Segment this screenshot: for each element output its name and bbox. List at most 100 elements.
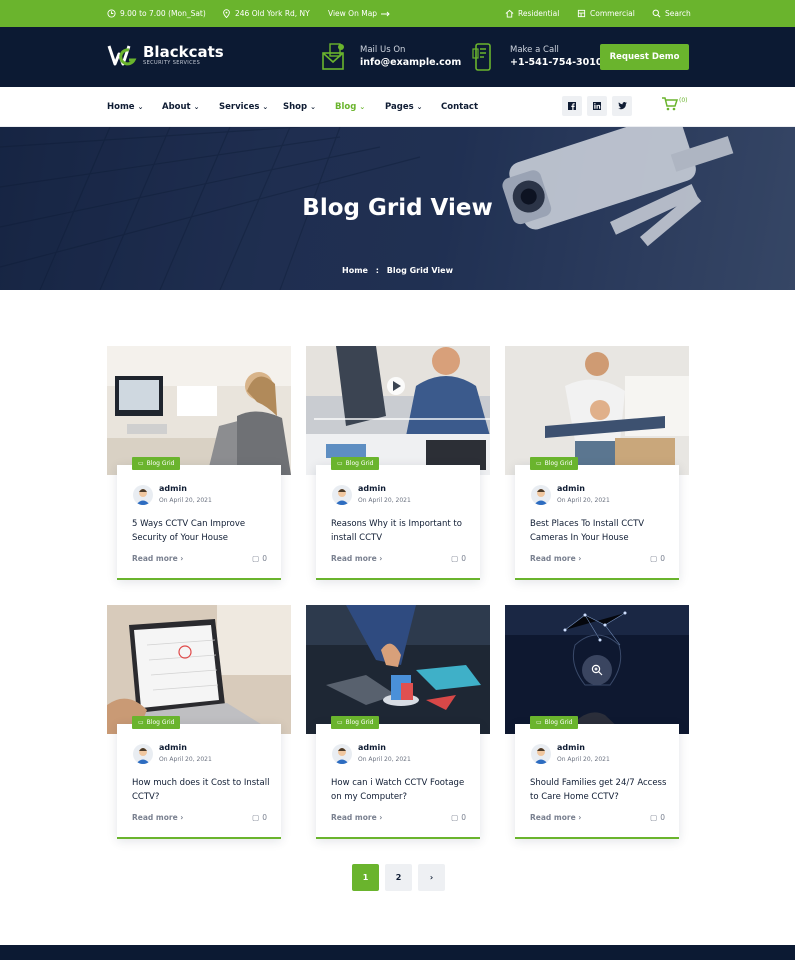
nav-label: Pages	[385, 102, 414, 112]
category-tag[interactable]: ▭ Blog Grid	[132, 716, 181, 729]
breadcrumb-home[interactable]: Home	[342, 266, 368, 275]
read-more-link[interactable]: Read more ›	[331, 554, 382, 563]
post-author[interactable]: admin	[159, 484, 187, 493]
category-tag[interactable]: ▭ Blog Grid	[530, 716, 579, 729]
folder-icon: ▭	[138, 719, 144, 726]
zoom-button[interactable]	[582, 655, 612, 685]
category-tag[interactable]: ▭ Blog Grid	[331, 457, 380, 470]
twitter-button[interactable]	[612, 96, 632, 116]
logo[interactable]: Blackcats SECURITY SERVICES	[107, 40, 224, 70]
post-image[interactable]	[107, 346, 291, 475]
nav-item-home[interactable]: Home ⌄	[107, 87, 143, 127]
brand-name: Blackcats	[143, 43, 224, 61]
post-author[interactable]: admin	[159, 743, 187, 752]
read-more-label: Read more	[331, 813, 377, 822]
page-2-button[interactable]: 2	[385, 864, 412, 891]
site-header: Blackcats SECURITY SERVICES Mail Us On i…	[0, 27, 795, 87]
breadcrumb-separator: :	[375, 266, 379, 275]
post-card: ▭ Blog Grid admin On April 20, 2021 Reaso…	[316, 457, 480, 580]
view-map-link[interactable]: View On Map	[328, 0, 391, 27]
post-image[interactable]	[306, 605, 490, 734]
read-more-link[interactable]: Read more ›	[132, 813, 183, 822]
facebook-button[interactable]	[562, 96, 582, 116]
next-page-button[interactable]: ›	[418, 864, 445, 891]
call-contact[interactable]: Make a Call +1-541-754-3010	[472, 43, 603, 71]
hours-info: 9.00 to 7.00 (Mon_Sat)	[107, 0, 206, 27]
nav-label: Shop	[283, 102, 308, 112]
folder-icon: ▭	[337, 719, 343, 726]
avatar	[531, 485, 551, 505]
read-more-link[interactable]: Read more ›	[132, 554, 183, 563]
laptop-calendar-image	[107, 605, 291, 734]
read-more-link[interactable]: Read more ›	[331, 813, 382, 822]
post-title[interactable]: Best Places To Install CCTV Cameras In Y…	[530, 517, 670, 545]
post-title[interactable]: Reasons Why it is Important to install C…	[331, 517, 471, 545]
nav-item-services[interactable]: Services ⌄	[219, 87, 268, 127]
post-image[interactable]	[505, 346, 689, 475]
mail-label: Mail Us On	[360, 44, 406, 55]
page-1-button[interactable]: 1	[352, 864, 379, 891]
comment-number: 0	[660, 813, 665, 822]
search-label: Search	[665, 9, 691, 18]
chevron-right-icon: ›	[180, 554, 184, 563]
nav-item-blog[interactable]: Blog ⌄	[335, 87, 365, 127]
linkedin-button[interactable]	[587, 96, 607, 116]
map-chart-image	[306, 605, 490, 734]
read-more-link[interactable]: Read more ›	[530, 813, 581, 822]
commercial-link[interactable]: Commercial	[577, 0, 635, 27]
folder-icon: ▭	[138, 460, 144, 467]
family-image	[505, 346, 689, 475]
footer-top	[0, 945, 795, 960]
office-woman-image	[107, 346, 291, 475]
call-label: Make a Call	[510, 44, 559, 55]
search-link[interactable]: Search	[652, 0, 691, 27]
post-author[interactable]: admin	[358, 743, 386, 752]
post-author[interactable]: admin	[557, 743, 585, 752]
comment-icon: ▢	[451, 813, 459, 822]
comment-count[interactable]: ▢ 0	[451, 813, 466, 822]
post-author[interactable]: admin	[557, 484, 585, 493]
meeting-image	[306, 346, 490, 475]
category-tag[interactable]: ▭ Blog Grid	[530, 457, 579, 470]
home-icon	[505, 9, 514, 18]
chevron-right-icon: ›	[379, 813, 383, 822]
comment-number: 0	[660, 554, 665, 563]
comment-icon: ▢	[650, 554, 658, 563]
read-more-label: Read more	[132, 813, 178, 822]
comment-count[interactable]: ▢ 0	[252, 554, 267, 563]
zoom-in-icon	[591, 664, 603, 676]
nav-item-pages[interactable]: Pages ⌄	[385, 87, 423, 127]
request-demo-button[interactable]: Request Demo	[600, 44, 689, 70]
nav-item-about[interactable]: About ⌄	[162, 87, 200, 127]
category-tag[interactable]: ▭ Blog Grid	[132, 457, 181, 470]
post-card: ▭ Blog Grid admin On April 20, 2021 Best …	[515, 457, 679, 580]
read-more-label: Read more	[530, 554, 576, 563]
linkedin-icon	[593, 102, 601, 110]
post-title[interactable]: 5 Ways CCTV Can Improve Security of Your…	[132, 517, 272, 545]
comment-count[interactable]: ▢ 0	[451, 554, 466, 563]
mail-contact[interactable]: Mail Us On info@example.com	[322, 43, 461, 71]
comment-icon: ▢	[650, 813, 658, 822]
read-more-link[interactable]: Read more ›	[530, 554, 581, 563]
post-image[interactable]	[107, 605, 291, 734]
search-icon	[652, 9, 661, 18]
comment-count[interactable]: ▢ 0	[650, 813, 665, 822]
comment-count[interactable]: ▢ 0	[252, 813, 267, 822]
comment-count[interactable]: ▢ 0	[650, 554, 665, 563]
post-card: ▭ Blog Grid admin On April 20, 2021 How c…	[316, 716, 480, 839]
post-image[interactable]	[505, 605, 689, 734]
address-text: 246 Old York Rd, NY	[235, 9, 310, 18]
main-nav: Home ⌄ About ⌄ Services ⌄ Shop ⌄ Blog ⌄ Pages…	[0, 87, 795, 127]
post-title[interactable]: How can i Watch CCTV Footage on my Compu…	[331, 776, 471, 804]
nav-item-shop[interactable]: Shop ⌄	[283, 87, 316, 127]
post-author[interactable]: admin	[358, 484, 386, 493]
residential-link[interactable]: Residential	[505, 0, 559, 27]
category-tag[interactable]: ▭ Blog Grid	[331, 716, 380, 729]
comment-number: 0	[262, 554, 267, 563]
cart-icon[interactable]	[662, 97, 678, 111]
phone-icon	[472, 43, 491, 71]
post-title[interactable]: Should Families get 24/7 Access to Care …	[530, 776, 670, 804]
nav-item-contact[interactable]: Contact	[441, 87, 478, 127]
post-image[interactable]	[306, 346, 490, 475]
post-title[interactable]: How much does it Cost to Install CCTV?	[132, 776, 272, 804]
